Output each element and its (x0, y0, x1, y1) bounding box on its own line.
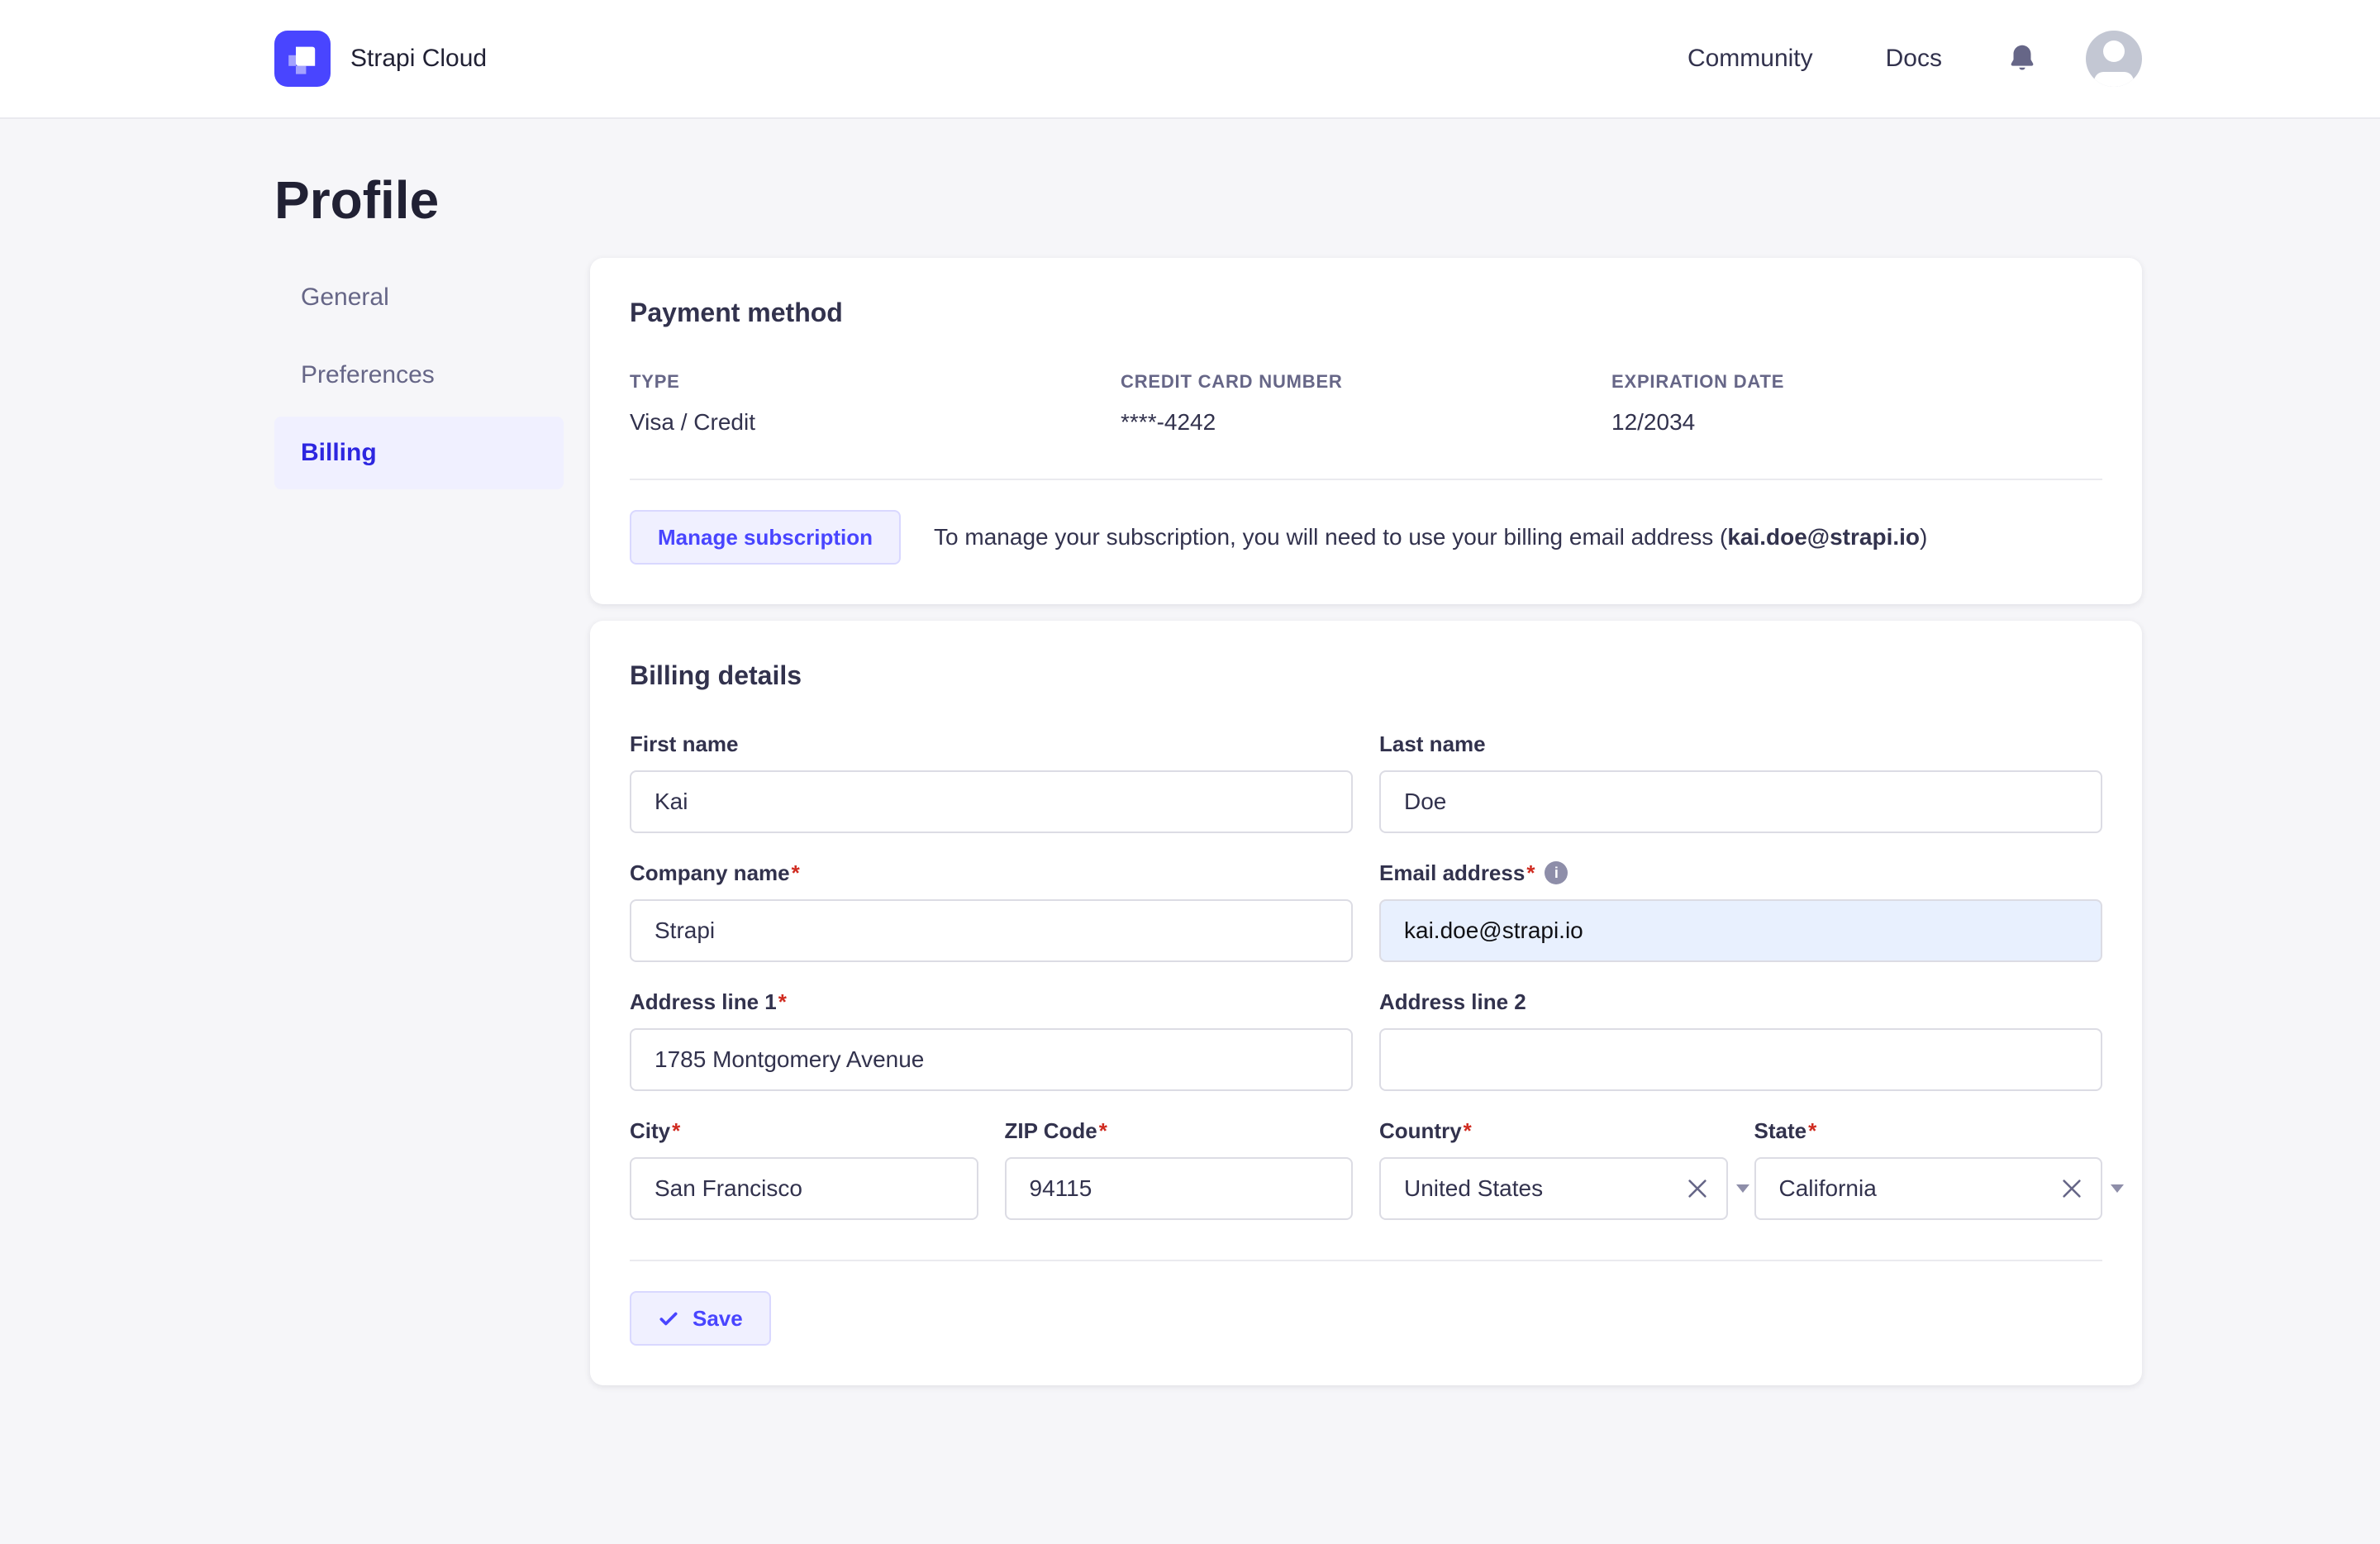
billing-email-text: kai.doe@strapi.io (1727, 524, 1921, 550)
top-nav-links: Community Docs (1687, 31, 2142, 87)
address-line-2-field-group: Address line 2 (1379, 989, 2102, 1091)
brand-name: Strapi Cloud (350, 45, 488, 72)
page-title: Profile (274, 170, 440, 230)
info-icon[interactable]: i (1545, 861, 1568, 884)
email-input[interactable] (1379, 899, 2102, 962)
label-text: Country (1379, 1118, 1462, 1143)
notifications-button[interactable] (2008, 43, 2036, 74)
city-label: City * (630, 1117, 978, 1144)
billing-details-title: Billing details (630, 660, 802, 690)
state-label: State * (1754, 1117, 2103, 1144)
first-name-field-group: First name (630, 731, 1353, 833)
zip-code-label: ZIP Code * (1005, 1117, 1354, 1144)
payment-type-value: Visa / Credit (630, 409, 755, 435)
sidebar-item-general[interactable]: General (274, 261, 564, 334)
address-line-1-label: Address line 1 * (630, 989, 1353, 1015)
label-text: Last name (1379, 731, 1486, 756)
billing-details-card: Billing details First name Last name (590, 621, 2142, 1385)
profile-sidebar: General Preferences Billing (274, 258, 564, 494)
label-text: State (1754, 1118, 1807, 1143)
manage-subscription-button[interactable]: Manage subscription (630, 510, 902, 565)
chevron-down-icon[interactable] (2111, 1184, 2124, 1193)
required-asterisk: * (1526, 860, 1535, 885)
required-asterisk: * (791, 860, 800, 885)
user-avatar[interactable] (2086, 31, 2142, 87)
address-line-1-input[interactable] (630, 1028, 1353, 1091)
country-combobox[interactable] (1379, 1157, 1749, 1220)
label-text: Company name (630, 860, 790, 885)
state-input[interactable] (1754, 1157, 2102, 1220)
save-button[interactable]: Save (630, 1291, 771, 1346)
billing-card-divider (630, 1260, 2102, 1261)
top-navbar: Strapi Cloud Community Docs (0, 0, 2380, 119)
avatar-shoulders-shape (2094, 72, 2134, 87)
payment-method-card: Payment method TYPE Visa / Credit CREDIT… (590, 258, 2142, 604)
state-field-group: State * (1754, 1117, 2124, 1220)
expiration-date-label: EXPIRATION DATE (1611, 371, 1785, 392)
state-combobox[interactable] (1754, 1157, 2124, 1220)
sidebar-item-label: Billing (301, 439, 377, 466)
label-text: Address line 1 (630, 989, 777, 1014)
strapi-cloud-app: Strapi Cloud Community Docs Profile Gene… (0, 0, 2380, 1544)
city-field-group: City * (630, 1117, 978, 1220)
zip-code-field-group: ZIP Code * (1004, 1117, 1354, 1220)
clear-icon[interactable] (1685, 1176, 1710, 1201)
first-name-input[interactable] (630, 770, 1353, 833)
payment-card-divider (630, 479, 2102, 480)
payment-type-column: TYPE Visa / Credit (630, 371, 1121, 436)
label-text: Address line 2 (1379, 989, 1526, 1014)
last-name-field-group: Last name (1379, 731, 2102, 833)
bell-icon (2011, 45, 2034, 70)
payment-type-label: TYPE (630, 371, 680, 392)
save-button-label: Save (693, 1305, 743, 1331)
check-icon (659, 1312, 678, 1326)
zip-code-input[interactable] (1004, 1157, 1353, 1220)
expiration-date-value: 12/2034 (1611, 409, 1696, 435)
required-asterisk: * (672, 1118, 681, 1143)
sidebar-item-billing[interactable]: Billing (274, 417, 564, 489)
last-name-label: Last name (1379, 731, 2102, 757)
nav-link-community[interactable]: Community (1687, 45, 1813, 73)
email-field-group: Email address * i (1379, 860, 2102, 962)
country-label: Country * (1379, 1117, 1728, 1144)
required-asterisk: * (1463, 1118, 1472, 1143)
label-text: Email address (1379, 860, 1526, 885)
payment-method-grid: TYPE Visa / Credit CREDIT CARD NUMBER **… (630, 371, 2102, 436)
manage-subscription-note: To manage your subscription, you will ne… (934, 524, 1927, 550)
sidebar-item-label: Preferences (301, 361, 435, 388)
nav-link-docs[interactable]: Docs (1886, 45, 1942, 73)
strapi-logo-icon (274, 31, 331, 87)
note-text: To manage your subscription, you will ne… (934, 524, 1728, 550)
required-asterisk: * (778, 989, 787, 1014)
last-name-input[interactable] (1379, 770, 2102, 833)
required-asterisk: * (1098, 1118, 1107, 1143)
note-text: ) (1920, 524, 1928, 550)
address-line-2-label: Address line 2 (1379, 989, 2102, 1015)
sidebar-item-preferences[interactable]: Preferences (274, 339, 564, 412)
company-name-input[interactable] (630, 899, 1353, 962)
address-line-1-field-group: Address line 1 * (630, 989, 1353, 1091)
city-input[interactable] (630, 1157, 978, 1220)
required-asterisk: * (1808, 1118, 1817, 1143)
payment-method-title: Payment method (630, 298, 843, 327)
country-field-group: Country * (1379, 1117, 1749, 1220)
address-line-2-input[interactable] (1379, 1028, 2102, 1091)
label-text: ZIP Code (1004, 1118, 1097, 1143)
first-name-label: First name (630, 731, 1353, 757)
chevron-down-icon[interactable] (1735, 1184, 1749, 1193)
country-input[interactable] (1379, 1157, 1728, 1220)
credit-card-number-column: CREDIT CARD NUMBER ****-4242 (1121, 371, 1611, 436)
expiration-date-column: EXPIRATION DATE 12/2034 (1611, 371, 2102, 436)
credit-card-number-label: CREDIT CARD NUMBER (1121, 371, 1343, 392)
company-name-field-group: Company name * (630, 860, 1353, 962)
label-text: First name (630, 731, 739, 756)
clear-icon[interactable] (2059, 1176, 2084, 1201)
email-label: Email address * i (1379, 860, 2102, 886)
company-name-label: Company name * (630, 860, 1353, 886)
avatar-head-shape (2103, 41, 2125, 62)
brand-home-link[interactable]: Strapi Cloud (274, 31, 487, 87)
credit-card-number-value: ****-4242 (1121, 409, 1216, 435)
label-text: City (630, 1118, 671, 1143)
sidebar-item-label: General (301, 284, 389, 311)
